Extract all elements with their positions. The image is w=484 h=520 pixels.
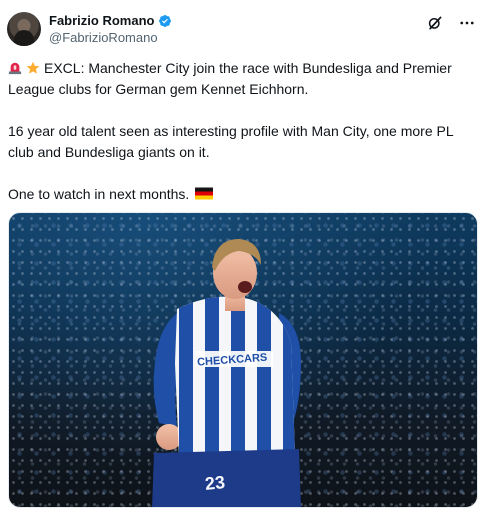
name-row: Fabrizio Romano xyxy=(49,12,172,30)
tweet-header: Fabrizio Romano @FabrizioRomano xyxy=(7,12,476,52)
tweet-paragraph-2-text: 16 year old talent seen as interesting p… xyxy=(8,123,454,160)
shirt-number-label: 23 xyxy=(204,472,226,494)
tweet-paragraph-2: 16 year old talent seen as interesting p… xyxy=(8,121,474,163)
header-actions xyxy=(426,12,476,32)
tweet-paragraph-3-text: One to watch in next months. xyxy=(8,186,190,202)
tweet-paragraph-1: EXCL: Manchester City join the race with… xyxy=(8,58,474,100)
more-icon[interactable] xyxy=(458,14,476,32)
tweet-text: EXCL: Manchester City join the race with… xyxy=(8,58,474,205)
siren-emoji-icon xyxy=(8,62,22,75)
author-display-name[interactable]: Fabrizio Romano xyxy=(49,12,154,30)
verified-badge-icon xyxy=(159,15,172,27)
author-info: Fabrizio Romano @FabrizioRomano xyxy=(49,12,172,46)
germany-flag-icon xyxy=(195,187,214,200)
tweet-photo[interactable]: CHECKCARS 23 xyxy=(8,212,478,508)
grok-icon[interactable] xyxy=(426,14,444,32)
avatar[interactable] xyxy=(7,12,41,46)
star-emoji-icon xyxy=(26,61,40,74)
author-handle[interactable]: @FabrizioRomano xyxy=(49,30,172,46)
player-celebration-image: CHECKCARS 23 xyxy=(152,239,301,507)
tweet-paragraph-1-text: EXCL: Manchester City join the race with… xyxy=(8,60,452,97)
tweet-paragraph-3: One to watch in next months. xyxy=(8,184,474,205)
tweet-card: Fabrizio Romano @FabrizioRomano EXCL: Ma… xyxy=(0,0,484,520)
